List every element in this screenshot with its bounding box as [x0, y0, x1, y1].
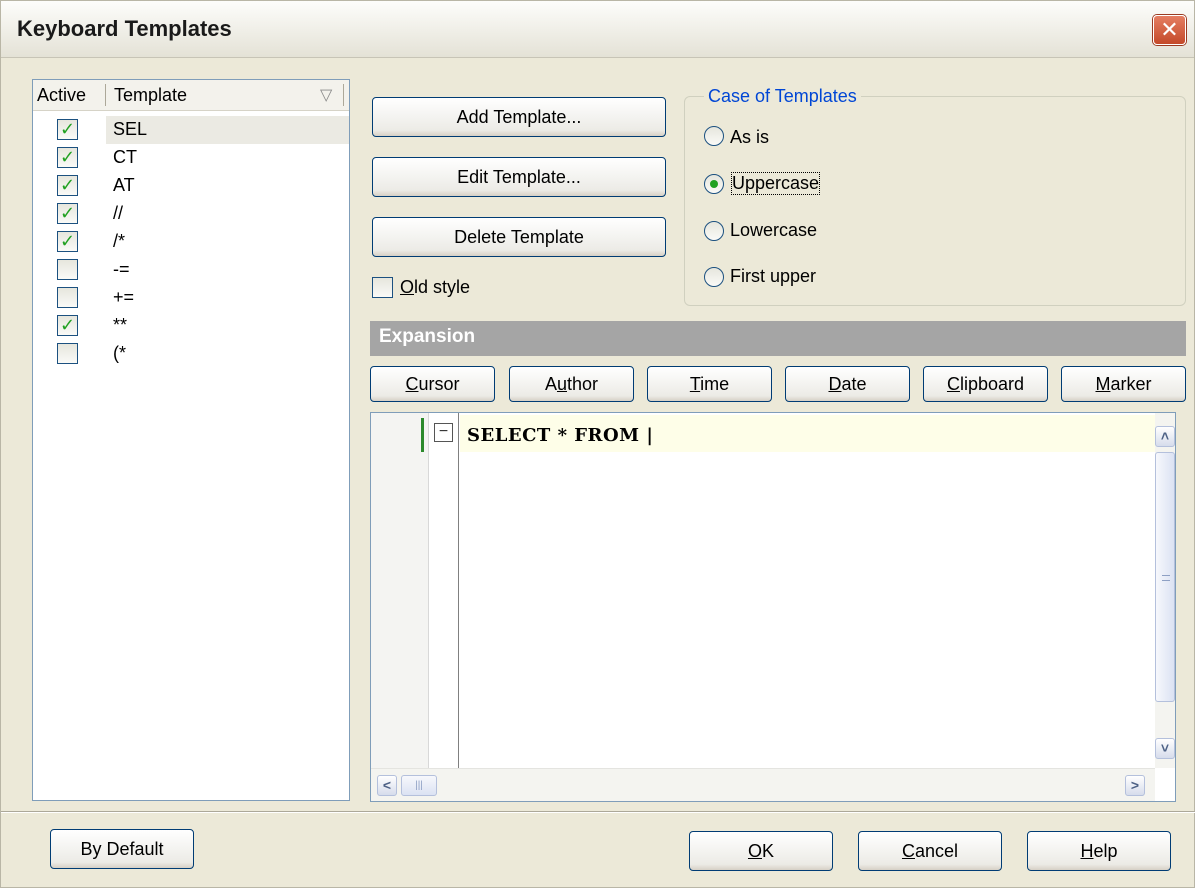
- dialog-title: Keyboard Templates: [17, 16, 232, 41]
- active-checkbox[interactable]: ✓: [57, 119, 78, 140]
- help-button[interactable]: Help: [1027, 831, 1171, 871]
- by-default-button[interactable]: By Default: [50, 829, 194, 869]
- insert-clipboard-button[interactable]: Clipboard: [923, 366, 1048, 402]
- list-item[interactable]: ✓ /*: [33, 228, 349, 256]
- cancel-button[interactable]: Cancel: [858, 831, 1002, 871]
- case-group-title: Case of Templates: [704, 86, 861, 107]
- template-name: **: [113, 315, 128, 335]
- modified-line-marker: [421, 418, 424, 452]
- vertical-scrollbar[interactable]: ˄ ˅: [1155, 413, 1175, 768]
- list-item[interactable]: ✓ **: [33, 312, 349, 340]
- ok-button[interactable]: OK: [689, 831, 833, 871]
- template-code[interactable]: SELECT * FROM |: [467, 425, 653, 446]
- active-checkbox[interactable]: ✓: [57, 175, 78, 196]
- old-style-checkbox[interactable]: [372, 277, 393, 298]
- radio-label-lowercase[interactable]: Lowercase: [730, 220, 817, 241]
- radio-lowercase[interactable]: [704, 221, 724, 241]
- sort-indicator-icon[interactable]: ▽: [320, 85, 332, 105]
- active-checkbox[interactable]: [57, 287, 78, 308]
- template-name: CT: [113, 147, 137, 167]
- list-item[interactable]: ✓ CT: [33, 144, 349, 172]
- scroll-right-icon[interactable]: >: [1125, 775, 1145, 796]
- close-icon: ✕: [1160, 17, 1179, 42]
- insert-marker-button[interactable]: Marker: [1061, 366, 1186, 402]
- radio-uppercase[interactable]: [704, 174, 724, 194]
- list-item[interactable]: -=: [33, 256, 349, 284]
- collapse-icon[interactable]: −: [434, 423, 453, 442]
- vertical-scroll-thumb[interactable]: [1155, 452, 1175, 702]
- active-checkbox[interactable]: [57, 259, 78, 280]
- edit-template-button[interactable]: Edit Template...: [372, 157, 666, 197]
- horizontal-scrollbar[interactable]: < ||| >: [371, 768, 1155, 801]
- close-button[interactable]: ✕: [1153, 15, 1186, 45]
- radio-label-first-upper[interactable]: First upper: [730, 266, 816, 287]
- scroll-down-icon[interactable]: ˅: [1155, 738, 1175, 759]
- column-header-template[interactable]: Template: [114, 85, 187, 106]
- insert-date-button[interactable]: Date: [785, 366, 910, 402]
- footer-divider: [1, 811, 1195, 813]
- active-checkbox[interactable]: ✓: [57, 203, 78, 224]
- column-divider[interactable]: [105, 84, 106, 106]
- template-name: (*: [113, 343, 126, 363]
- expansion-header: Expansion: [370, 321, 1186, 356]
- active-checkbox[interactable]: [57, 343, 78, 364]
- scroll-up-icon[interactable]: ˄: [1155, 426, 1175, 447]
- list-header: Active Template ▽: [33, 80, 349, 111]
- column-header-active[interactable]: Active: [37, 85, 86, 106]
- template-name: AT: [113, 175, 135, 195]
- horizontal-scroll-thumb[interactable]: |||: [401, 775, 437, 796]
- add-template-button[interactable]: Add Template...: [372, 97, 666, 137]
- template-name: -=: [113, 259, 130, 279]
- template-name: +=: [113, 287, 135, 307]
- list-item[interactable]: ✓ AT: [33, 172, 349, 200]
- scroll-left-icon[interactable]: <: [377, 775, 397, 796]
- active-checkbox[interactable]: ✓: [57, 231, 78, 252]
- old-style-label[interactable]: Old style: [400, 277, 470, 298]
- line-gutter: [371, 413, 429, 768]
- template-name: /*: [113, 231, 126, 251]
- radio-label-uppercase[interactable]: Uppercase: [730, 172, 821, 195]
- radio-label-as-is[interactable]: As is: [730, 127, 769, 148]
- insert-author-button[interactable]: Author: [509, 366, 634, 402]
- template-list[interactable]: Active Template ▽ ✓ SEL ✓ CT ✓ AT ✓ // ✓ /* -= += ✓ *…: [32, 79, 350, 801]
- title-bar: Keyboard Templates ✕: [1, 1, 1194, 58]
- template-name: SEL: [113, 119, 148, 139]
- list-item[interactable]: ✓ SEL: [33, 116, 349, 144]
- radio-as-is[interactable]: [704, 126, 724, 146]
- list-item[interactable]: ✓ //: [33, 200, 349, 228]
- radio-first-upper[interactable]: [704, 267, 724, 287]
- list-item[interactable]: +=: [33, 284, 349, 312]
- list-item[interactable]: (*: [33, 340, 349, 368]
- keyboard-templates-dialog: Keyboard Templates ✕ Active Template ▽ ✓…: [0, 0, 1195, 888]
- column-divider[interactable]: [343, 84, 344, 106]
- insert-time-button[interactable]: Time: [647, 366, 772, 402]
- active-checkbox[interactable]: ✓: [57, 147, 78, 168]
- insert-cursor-button[interactable]: Cursor: [370, 366, 495, 402]
- delete-template-button[interactable]: Delete Template: [372, 217, 666, 257]
- active-checkbox[interactable]: ✓: [57, 315, 78, 336]
- fold-strip: [429, 413, 459, 768]
- expansion-editor[interactable]: − SELECT * FROM | ˄ ˅ < ||| >: [370, 412, 1176, 802]
- template-name: //: [113, 203, 124, 223]
